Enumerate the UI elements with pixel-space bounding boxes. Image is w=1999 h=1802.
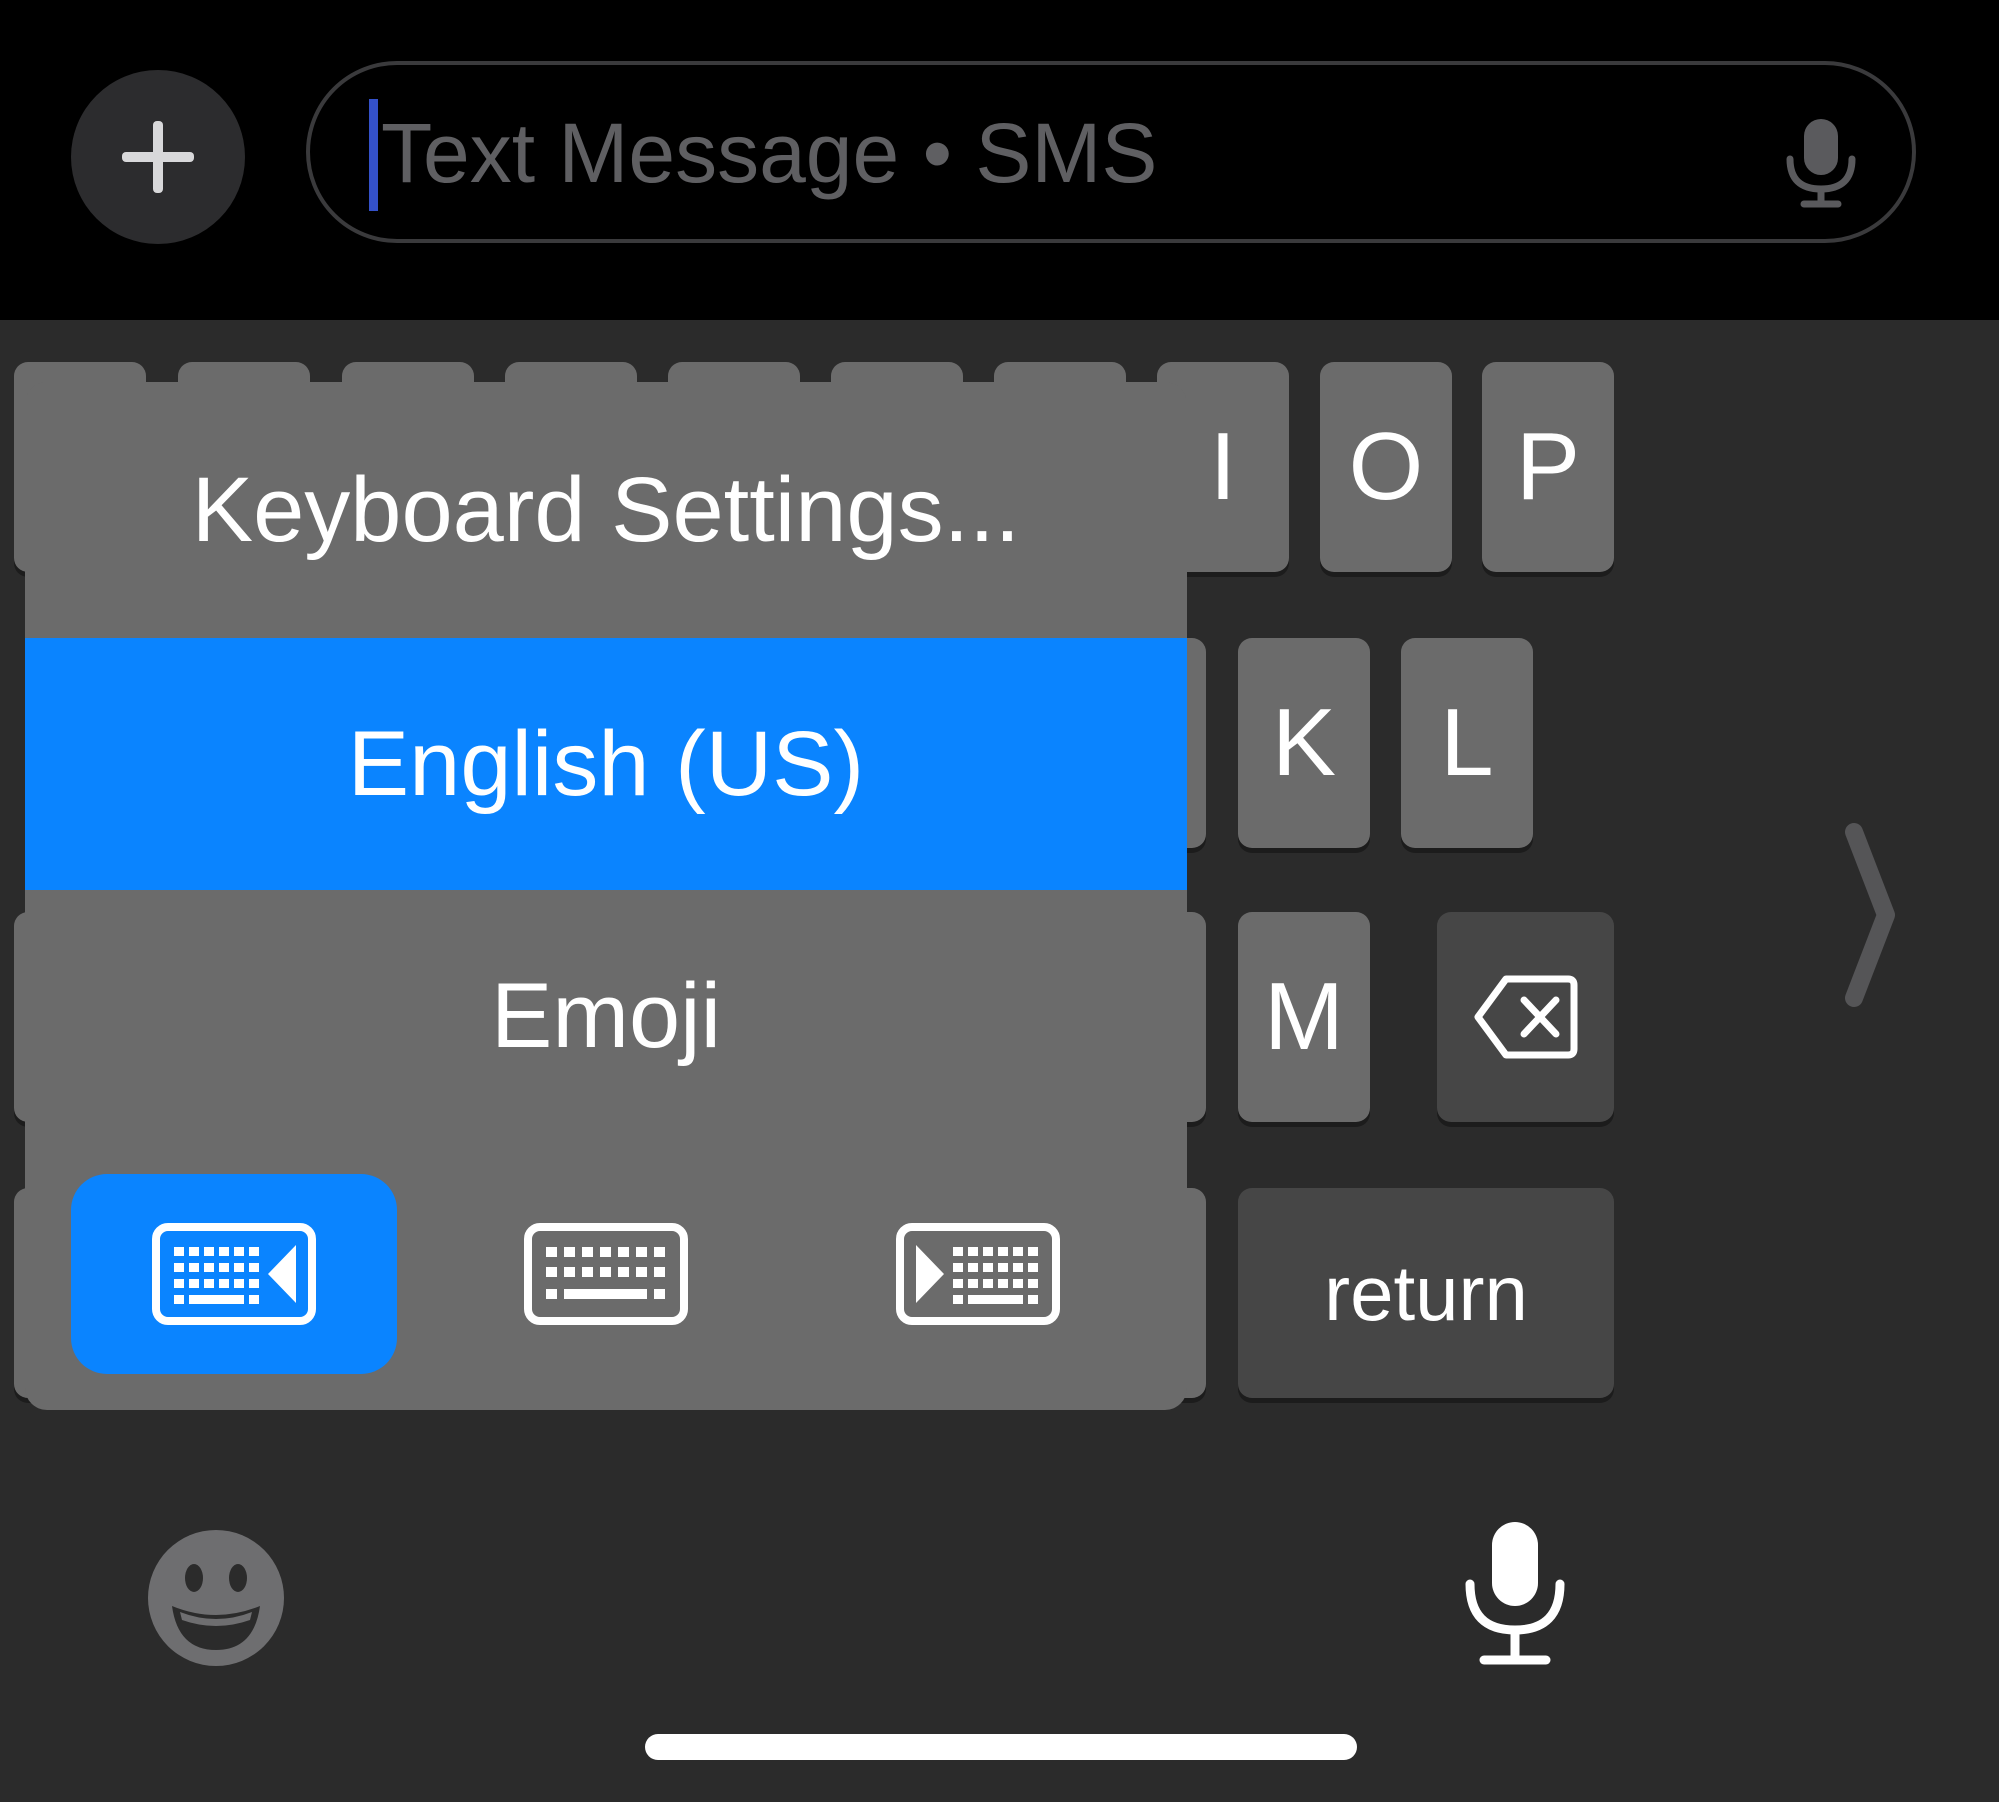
menu-item-english-us[interactable]: English (US) xyxy=(25,638,1187,890)
return-key[interactable]: return xyxy=(1238,1188,1614,1398)
key-l[interactable]: L xyxy=(1401,638,1533,848)
key-k[interactable]: K xyxy=(1238,638,1370,848)
menu-item-emoji[interactable]: Emoji xyxy=(25,890,1187,1142)
message-placeholder: Text Message • SMS xyxy=(381,106,1158,200)
keyboard-right-icon xyxy=(896,1223,1060,1325)
emoji-smiley-icon[interactable] xyxy=(146,1528,286,1668)
keyboard-right-button[interactable] xyxy=(815,1174,1141,1374)
microphone-icon[interactable] xyxy=(1462,1518,1568,1668)
keyboard-left-button[interactable] xyxy=(71,1174,397,1374)
microphone-icon[interactable] xyxy=(1782,117,1860,209)
chevron-right-icon[interactable] xyxy=(1840,820,1900,1010)
menu-item-keyboard-settings[interactable]: Keyboard Settings... xyxy=(25,382,1187,638)
text-cursor xyxy=(369,99,378,211)
plus-icon[interactable] xyxy=(71,70,245,244)
compose-bar: Text Message • SMS xyxy=(0,0,1999,320)
keyboard-center-button[interactable] xyxy=(443,1174,769,1374)
delete-button[interactable] xyxy=(1437,912,1614,1122)
keyboard-switcher-popover: Keyboard Settings... English (US) Emoji xyxy=(25,382,1187,1410)
message-input[interactable]: Text Message • SMS xyxy=(306,61,1916,243)
keyboard-left-icon xyxy=(152,1223,316,1325)
key-m[interactable]: M xyxy=(1238,912,1370,1122)
keyboard-icon xyxy=(524,1223,688,1325)
key-p[interactable]: P xyxy=(1482,362,1614,572)
home-indicator[interactable] xyxy=(645,1734,1357,1760)
key-o[interactable]: O xyxy=(1320,362,1452,572)
delete-backward-icon xyxy=(1474,975,1577,1059)
